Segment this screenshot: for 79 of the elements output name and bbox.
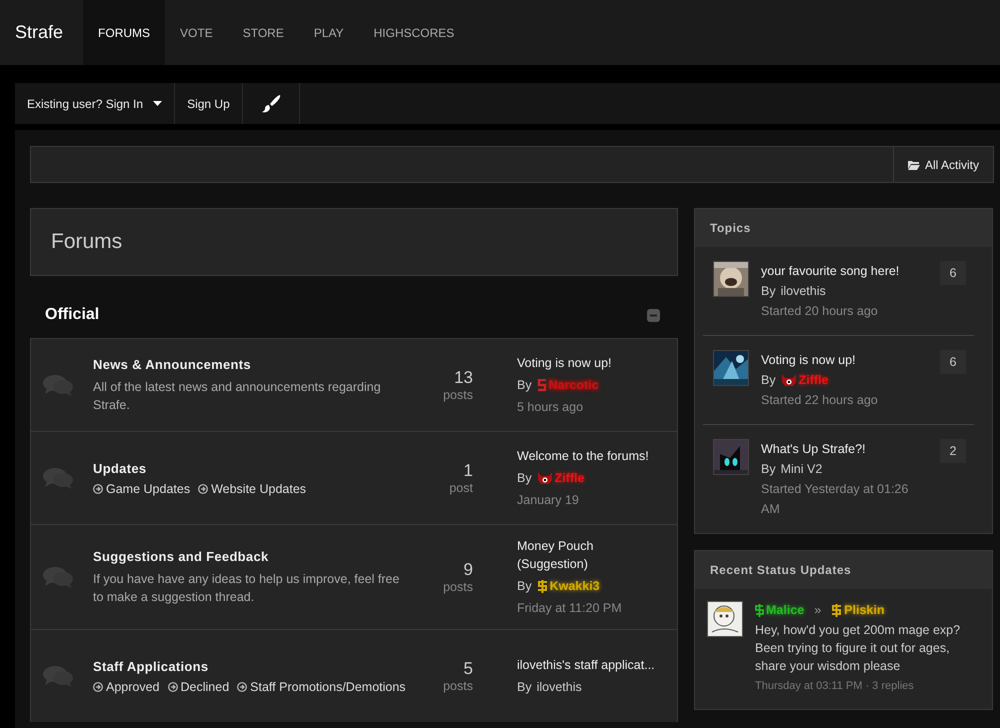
arrow-circle-icon: [93, 682, 103, 692]
by-label: By: [761, 461, 776, 478]
chat-bubbles-icon: [43, 374, 73, 396]
username-link[interactable]: Mini V2: [780, 459, 822, 479]
brush-icon: [260, 94, 281, 114]
last-post-time: Friday at 11:20 PM: [517, 600, 623, 617]
caret-icon: [153, 101, 162, 106]
post-count-label: post: [449, 481, 473, 495]
username-link[interactable]: ilovethis: [780, 281, 826, 301]
folder-icon: [908, 160, 920, 170]
username-link[interactable]: ilovethis: [536, 678, 582, 696]
reply-count: 2: [940, 439, 966, 463]
post-count-label: posts: [443, 580, 473, 594]
site-title[interactable]: Strafe: [0, 0, 84, 65]
forum-title[interactable]: Updates: [93, 460, 413, 476]
last-post-title[interactable]: Money Pouch (Suggestion): [517, 537, 667, 573]
by-label: By: [517, 377, 532, 394]
by-label: By: [517, 470, 532, 487]
subforum-link[interactable]: Approved: [93, 680, 160, 694]
nav-tab[interactable]: VOTE: [165, 0, 228, 65]
rank-badge-icon: [780, 374, 797, 386]
post-count: 9: [464, 560, 473, 580]
post-count: 1: [464, 461, 473, 481]
separator: »: [814, 602, 822, 619]
arrow-circle-icon: [198, 484, 208, 494]
forum-description: All of the latest news and announcements regarding Strafe.: [93, 378, 382, 414]
reply-count: 6: [940, 350, 966, 374]
collapse-icon[interactable]: [647, 308, 660, 322]
last-post-time: January 19: [517, 492, 580, 509]
by-label: By: [517, 679, 532, 696]
reply-count: 6: [940, 261, 966, 285]
last-post-title[interactable]: ilovethis's staff applicat...: [517, 656, 667, 674]
post-count-label: posts: [443, 388, 473, 402]
arrow-circle-icon: [237, 682, 248, 692]
dollar-icon: [536, 580, 548, 592]
forum-description: If you have have any ideas to help us improve, feel free to make a suggestion thread.: [93, 570, 400, 606]
topic-start-time: Started Yesterday at 01:26 AM: [761, 481, 910, 518]
status-meta: Thursday at 03:11 PM · 3 replies: [755, 679, 915, 694]
topic-title[interactable]: Voting is now up!: [761, 350, 928, 370]
dollar-icon: [755, 604, 764, 616]
category-title: Official: [45, 306, 100, 324]
nav-tab[interactable]: STORE: [228, 0, 299, 65]
topic-title[interactable]: your favourite song here!: [761, 261, 928, 281]
forum-title[interactable]: Suggestions and Feedback: [93, 548, 413, 564]
forum-title[interactable]: Staff Applications: [93, 658, 413, 674]
topic-start-time: Started 20 hours ago: [761, 303, 879, 320]
username-link[interactable]: Pliskin: [831, 601, 884, 619]
forum-title[interactable]: News & Announcements: [93, 356, 413, 372]
chat-bubbles-icon: [43, 566, 73, 588]
subforum-link[interactable]: Website Updates: [198, 482, 306, 496]
by-label: By: [761, 283, 776, 300]
topic-title[interactable]: What's Up Strafe?!: [761, 439, 928, 459]
topic-start-time: Started 22 hours ago: [761, 392, 879, 409]
dollar-icon: [831, 604, 842, 616]
by-label: By: [517, 578, 532, 595]
last-post-title[interactable]: Welcome to the forums!: [517, 447, 667, 465]
arrow-circle-icon: [168, 682, 178, 692]
status-text: Hey, how'd you get 200m mage exp? Been trying to figure it out for ages, share your wisdom please: [755, 622, 962, 675]
nav-tab[interactable]: FORUMS: [83, 0, 166, 65]
subforum-link[interactable]: Declined: [168, 680, 230, 694]
post-count: 13: [454, 368, 473, 388]
username-link[interactable]: Malice: [755, 601, 804, 619]
widget-title: Topics: [710, 221, 751, 235]
post-count: 5: [464, 659, 473, 679]
last-post-title[interactable]: Voting is now up!: [517, 354, 667, 372]
post-count-label: posts: [443, 679, 473, 693]
by-label: By: [761, 372, 776, 389]
nav-tab[interactable]: PLAY: [298, 0, 359, 65]
page-title: Forums: [51, 230, 122, 254]
rank-badge-icon: [536, 472, 553, 484]
subforum-link[interactable]: Game Updates: [93, 482, 190, 496]
subforum-link[interactable]: Staff Promotions/Demotions: [237, 680, 406, 694]
chat-bubbles-icon: [43, 467, 73, 489]
nav-tab[interactable]: HIGHSCORES: [358, 0, 470, 65]
chat-bubbles-icon: [43, 665, 73, 687]
last-post-time: 5 hours ago: [517, 399, 584, 416]
username-link[interactable]: Kwakki3: [536, 577, 600, 595]
widget-title: Recent Status Updates: [710, 563, 852, 577]
arrow-circle-icon: [93, 484, 103, 494]
